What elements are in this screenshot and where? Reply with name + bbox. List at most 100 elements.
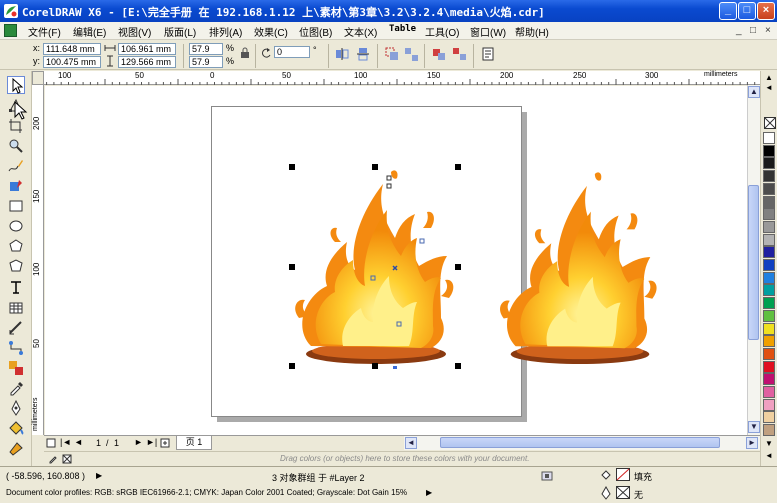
page-tab[interactable]: 页 1	[176, 436, 212, 450]
basic-shapes-tool[interactable]	[7, 257, 25, 275]
table-tool[interactable]	[7, 299, 25, 317]
y-position-field[interactable]: 100.475 mm	[43, 56, 101, 68]
vertical-scroll-thumb[interactable]	[748, 185, 759, 340]
text-tool[interactable]	[7, 278, 25, 296]
color-swatch[interactable]	[763, 386, 775, 398]
menu-view[interactable]: 视图(V)	[118, 24, 151, 39]
doc-restore-button[interactable]: □	[750, 25, 756, 36]
color-swatch[interactable]	[763, 182, 775, 195]
handle-bottom-right[interactable]	[455, 363, 461, 369]
combine-icon[interactable]	[384, 46, 400, 62]
palette-eyedropper-icon[interactable]	[48, 454, 58, 464]
connector-tool[interactable]	[7, 339, 25, 357]
blend-tool[interactable]	[7, 359, 25, 377]
close-button[interactable]: ×	[757, 2, 775, 20]
selection-handles[interactable]	[281, 158, 471, 378]
interactive-fill-tool[interactable]	[7, 439, 25, 457]
height-field[interactable]: 129.566 mm	[118, 56, 176, 68]
color-swatch[interactable]	[763, 246, 775, 259]
ruler-origin[interactable]	[32, 71, 44, 85]
color-swatch[interactable]	[763, 284, 775, 297]
no-color-swatch[interactable]	[764, 117, 776, 129]
next-page-icon[interactable]: ►	[134, 437, 143, 447]
palette-expand-icon[interactable]: ◄	[765, 451, 773, 460]
fill-none-swatch[interactable]	[616, 468, 630, 481]
horizontal-ruler[interactable]: 100 50 0 50 100 150 200 250 300 millimet…	[32, 71, 760, 85]
first-page-icon[interactable]: |◄	[60, 437, 71, 447]
color-swatch[interactable]	[763, 259, 775, 271]
color-swatch[interactable]	[763, 195, 775, 208]
color-swatch[interactable]	[763, 398, 775, 411]
scale-x-field[interactable]: 57.9	[189, 43, 223, 55]
palette-scroll-up-icon[interactable]: ▲	[765, 73, 773, 82]
outline-tool[interactable]	[7, 399, 25, 417]
lock-ratio-icon[interactable]	[239, 47, 251, 59]
scroll-up-button[interactable]: ▲	[748, 86, 760, 98]
menu-tools[interactable]: 工具(O)	[425, 24, 459, 39]
menu-arrange[interactable]: 排列(A)	[209, 24, 242, 39]
menu-edit[interactable]: 编辑(E)	[73, 24, 106, 39]
color-swatch[interactable]	[763, 373, 775, 386]
fill-tool[interactable]	[7, 419, 25, 437]
menu-bitmaps[interactable]: 位图(B)	[299, 24, 332, 39]
color-swatch[interactable]	[763, 360, 775, 373]
doc-minimize-button[interactable]: _	[736, 25, 742, 36]
menu-help[interactable]: 帮助(H)	[515, 24, 549, 39]
smart-fill-tool[interactable]	[7, 177, 25, 195]
menu-text[interactable]: 文本(X)	[344, 24, 377, 39]
color-swatch[interactable]	[763, 157, 775, 170]
palette-options-icon[interactable]: ◄	[765, 83, 773, 92]
color-swatch[interactable]	[763, 144, 775, 157]
menu-layout[interactable]: 版面(L)	[164, 24, 196, 39]
drawing-canvas[interactable]	[45, 86, 747, 435]
vertical-ruler[interactable]: 200 150 100 50 millimeters	[32, 85, 44, 435]
polygon-tool[interactable]	[7, 237, 25, 255]
menu-table[interactable]: Table	[389, 24, 416, 34]
menu-file[interactable]: 文件(F)	[28, 24, 61, 39]
scroll-right-button[interactable]: ►	[746, 437, 758, 449]
pick-tool[interactable]	[7, 76, 25, 94]
document-icon[interactable]	[4, 24, 17, 37]
ellipse-tool[interactable]	[7, 217, 25, 235]
ungroup-icon[interactable]	[451, 46, 467, 62]
rotation-field[interactable]: 0	[274, 46, 310, 58]
palette-scroll-down-icon[interactable]: ▼	[765, 439, 773, 448]
menu-window[interactable]: 窗口(W)	[470, 24, 506, 39]
document-palette[interactable]: Drag colors (or objects) here to store t…	[44, 451, 760, 466]
eyedropper-tool[interactable]	[7, 379, 25, 397]
width-field[interactable]: 106.961 mm	[118, 43, 176, 55]
palette-add-icon[interactable]	[62, 454, 72, 464]
minimize-button[interactable]: _	[719, 2, 737, 20]
status-expand-icon[interactable]: ▶	[96, 471, 102, 480]
zoom-tool[interactable]	[7, 137, 25, 155]
color-swatch[interactable]	[763, 220, 775, 233]
scale-y-field[interactable]: 57.9	[189, 56, 223, 68]
color-swatch[interactable]	[763, 208, 775, 221]
color-swatch[interactable]	[763, 411, 775, 424]
color-swatch[interactable]	[763, 335, 775, 348]
handle-bottom-middle[interactable]	[372, 363, 378, 369]
color-swatch[interactable]	[763, 309, 775, 322]
dimension-tool[interactable]	[7, 319, 25, 337]
menu-effects[interactable]: 效果(C)	[254, 24, 288, 39]
scroll-down-button[interactable]: ▼	[748, 421, 760, 433]
page-options-icon[interactable]	[46, 438, 56, 448]
color-swatch[interactable]	[763, 271, 775, 284]
color-swatch[interactable]	[763, 347, 775, 360]
color-swatch[interactable]	[763, 322, 775, 335]
color-swatch[interactable]	[763, 233, 775, 246]
color-swatch[interactable]	[763, 297, 775, 310]
prev-page-icon[interactable]: ◄	[74, 437, 83, 447]
break-apart-icon[interactable]	[403, 46, 419, 62]
rectangle-tool[interactable]	[7, 197, 25, 215]
maximize-button[interactable]: □	[738, 2, 756, 20]
color-swatch[interactable]	[763, 170, 775, 183]
add-page-icon[interactable]	[160, 438, 170, 448]
color-swatch[interactable]	[763, 424, 775, 437]
handle-middle-left[interactable]	[289, 264, 295, 270]
outline-none-swatch[interactable]	[616, 486, 630, 499]
handle-top-left[interactable]	[289, 164, 295, 170]
to-front-icon[interactable]	[480, 46, 496, 62]
x-position-field[interactable]: 111.648 mm	[43, 43, 101, 55]
mirror-horizontal-icon[interactable]	[334, 46, 350, 62]
